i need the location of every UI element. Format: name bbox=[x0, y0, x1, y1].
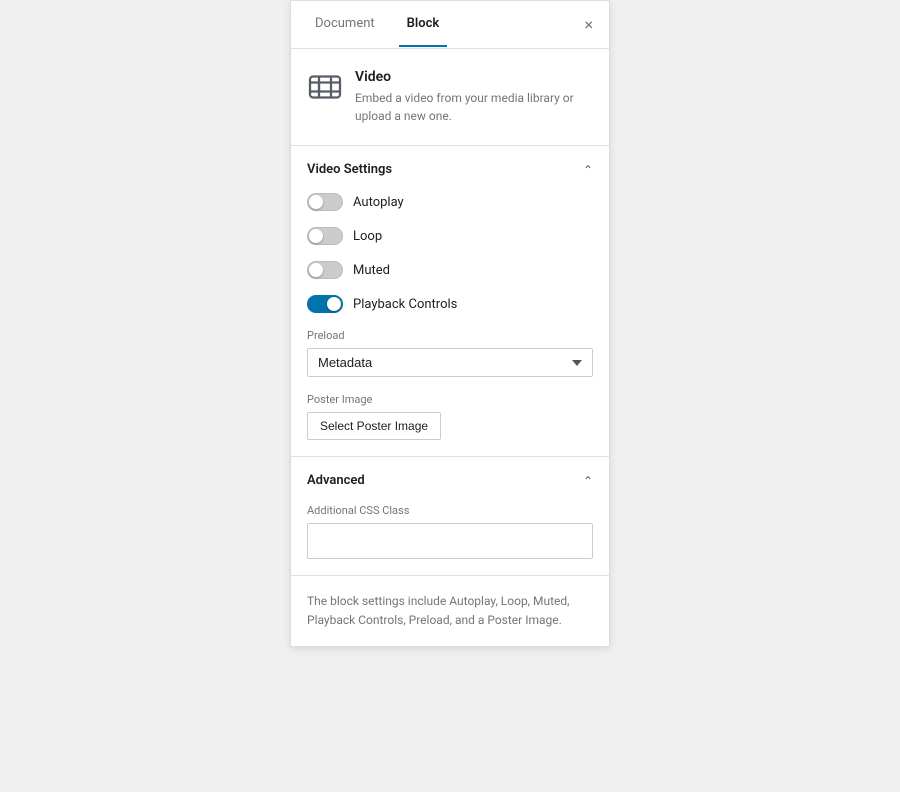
playback-controls-label: Playback Controls bbox=[353, 297, 457, 312]
poster-image-label: Poster Image bbox=[307, 393, 593, 406]
preload-select[interactable]: Metadata Auto None bbox=[307, 348, 593, 377]
autoplay-row: Autoplay bbox=[307, 193, 593, 211]
block-info: Video Embed a video from your media libr… bbox=[291, 49, 609, 146]
loop-row: Loop bbox=[307, 227, 593, 245]
muted-knob bbox=[309, 263, 323, 277]
tab-document[interactable]: Document bbox=[307, 2, 383, 47]
advanced-section: Advanced ⌃ Additional CSS Class bbox=[291, 457, 609, 576]
autoplay-label: Autoplay bbox=[353, 195, 404, 210]
select-poster-image-button[interactable]: Select Poster Image bbox=[307, 412, 441, 440]
video-settings-title: Video Settings bbox=[307, 162, 392, 177]
advanced-title: Advanced bbox=[307, 473, 365, 488]
advanced-chevron-up-icon: ⌃ bbox=[583, 474, 593, 488]
muted-toggle[interactable] bbox=[307, 261, 343, 279]
css-class-field: Additional CSS Class bbox=[307, 504, 593, 559]
loop-label: Loop bbox=[353, 229, 382, 244]
preload-label: Preload bbox=[307, 329, 593, 342]
autoplay-toggle[interactable] bbox=[307, 193, 343, 211]
playback-controls-row: Playback Controls bbox=[307, 295, 593, 313]
video-settings-section: Video Settings ⌃ Autoplay Loop Muted bbox=[291, 146, 609, 457]
poster-image-field: Poster Image Select Poster Image bbox=[307, 393, 593, 440]
video-settings-header[interactable]: Video Settings ⌃ bbox=[307, 162, 593, 177]
settings-panel: Document Block × Video Embed a video fro… bbox=[290, 0, 610, 647]
close-button[interactable]: × bbox=[584, 17, 593, 33]
playback-controls-knob bbox=[327, 297, 341, 311]
loop-knob bbox=[309, 229, 323, 243]
block-description: Embed a video from your media library or… bbox=[355, 89, 593, 125]
css-class-label: Additional CSS Class bbox=[307, 504, 593, 517]
video-icon bbox=[307, 69, 343, 105]
muted-row: Muted bbox=[307, 261, 593, 279]
footer-note: The block settings include Autoplay, Loo… bbox=[291, 576, 609, 646]
muted-label: Muted bbox=[353, 263, 390, 278]
preload-field: Preload Metadata Auto None bbox=[307, 329, 593, 377]
playback-controls-toggle[interactable] bbox=[307, 295, 343, 313]
block-text: Video Embed a video from your media libr… bbox=[355, 69, 593, 125]
block-title: Video bbox=[355, 69, 593, 85]
tab-block[interactable]: Block bbox=[399, 2, 448, 47]
loop-toggle[interactable] bbox=[307, 227, 343, 245]
css-class-input[interactable] bbox=[307, 523, 593, 559]
chevron-up-icon: ⌃ bbox=[583, 163, 593, 177]
advanced-header[interactable]: Advanced ⌃ bbox=[307, 473, 593, 488]
autoplay-knob bbox=[309, 195, 323, 209]
tab-header: Document Block × bbox=[291, 1, 609, 49]
